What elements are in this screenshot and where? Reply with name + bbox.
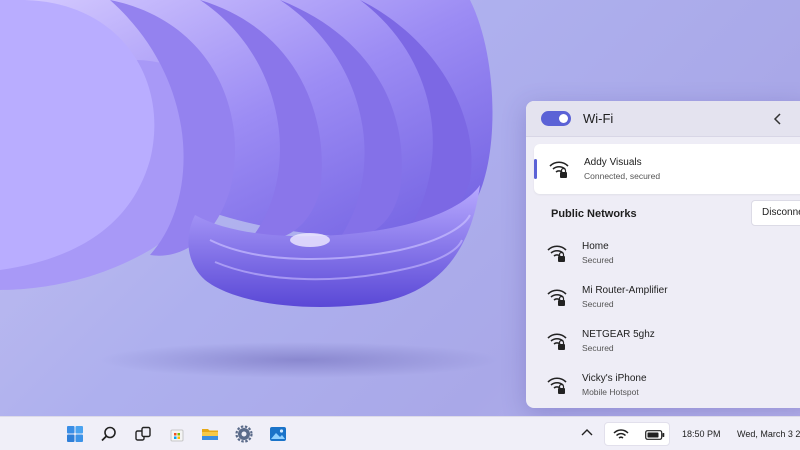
network-list: Home Secured Mi Router-Amplifier Secured <box>526 231 800 407</box>
settings-icon[interactable] <box>234 424 254 444</box>
clock-time[interactable]: 18:50 PM <box>682 429 721 439</box>
photos-icon[interactable] <box>268 424 288 444</box>
wifi-secured-icon <box>547 377 567 394</box>
search-icon[interactable] <box>99 424 119 444</box>
network-name: Vicky's iPhone <box>582 373 647 384</box>
taskbar: 18:50 PM Wed, March 3 2 <box>0 416 800 450</box>
selected-indicator <box>534 159 537 179</box>
public-networks-heading: Public Networks <box>551 208 637 220</box>
network-name: Home <box>582 241 609 252</box>
connected-network-item[interactable]: Addy Visuals Connected, secured <box>534 144 800 194</box>
network-status: Mobile Hotspot <box>582 387 639 397</box>
network-name: Mi Router-Amplifier <box>582 285 668 296</box>
quick-settings-tray[interactable] <box>604 422 670 446</box>
network-item-vickys-iphone[interactable]: Vicky's iPhone Mobile Hotspot <box>526 363 800 407</box>
clock-date[interactable]: Wed, March 3 2 <box>737 429 800 439</box>
wifi-toggle[interactable] <box>541 111 571 126</box>
start-icon[interactable] <box>65 424 85 444</box>
wifi-title: Wi-Fi <box>583 111 614 126</box>
chevron-up-icon[interactable] <box>580 426 594 440</box>
back-chevron-icon[interactable] <box>770 111 786 127</box>
wifi-secured-icon <box>547 333 567 350</box>
network-item-home[interactable]: Home Secured <box>526 231 800 275</box>
wifi-secured-icon <box>547 289 567 306</box>
wifi-secured-icon <box>549 161 569 178</box>
file-explorer-icon[interactable] <box>200 424 220 444</box>
wifi-icon <box>613 429 629 439</box>
network-status: Secured <box>582 255 614 265</box>
store-icon[interactable] <box>167 424 187 444</box>
task-view-icon[interactable] <box>133 424 153 444</box>
wifi-flyout-header: Wi-Fi <box>526 101 800 137</box>
network-item-mi-router[interactable]: Mi Router-Amplifier Secured <box>526 275 800 319</box>
wifi-secured-icon <box>547 245 567 262</box>
network-item-netgear[interactable]: NETGEAR 5ghz Secured <box>526 319 800 363</box>
wifi-flyout: Wi-Fi Addy Visuals Connected, secured Pu… <box>526 101 800 408</box>
toggle-knob <box>559 114 568 123</box>
network-name: NETGEAR 5ghz <box>582 329 655 340</box>
network-status: Secured <box>582 343 614 353</box>
network-status: Secured <box>582 299 614 309</box>
battery-icon <box>645 430 665 440</box>
connected-network-status: Connected, secured <box>584 171 661 181</box>
disconnect-button[interactable]: Disconnect <box>751 200 800 226</box>
connected-network-name: Addy Visuals <box>584 157 642 168</box>
